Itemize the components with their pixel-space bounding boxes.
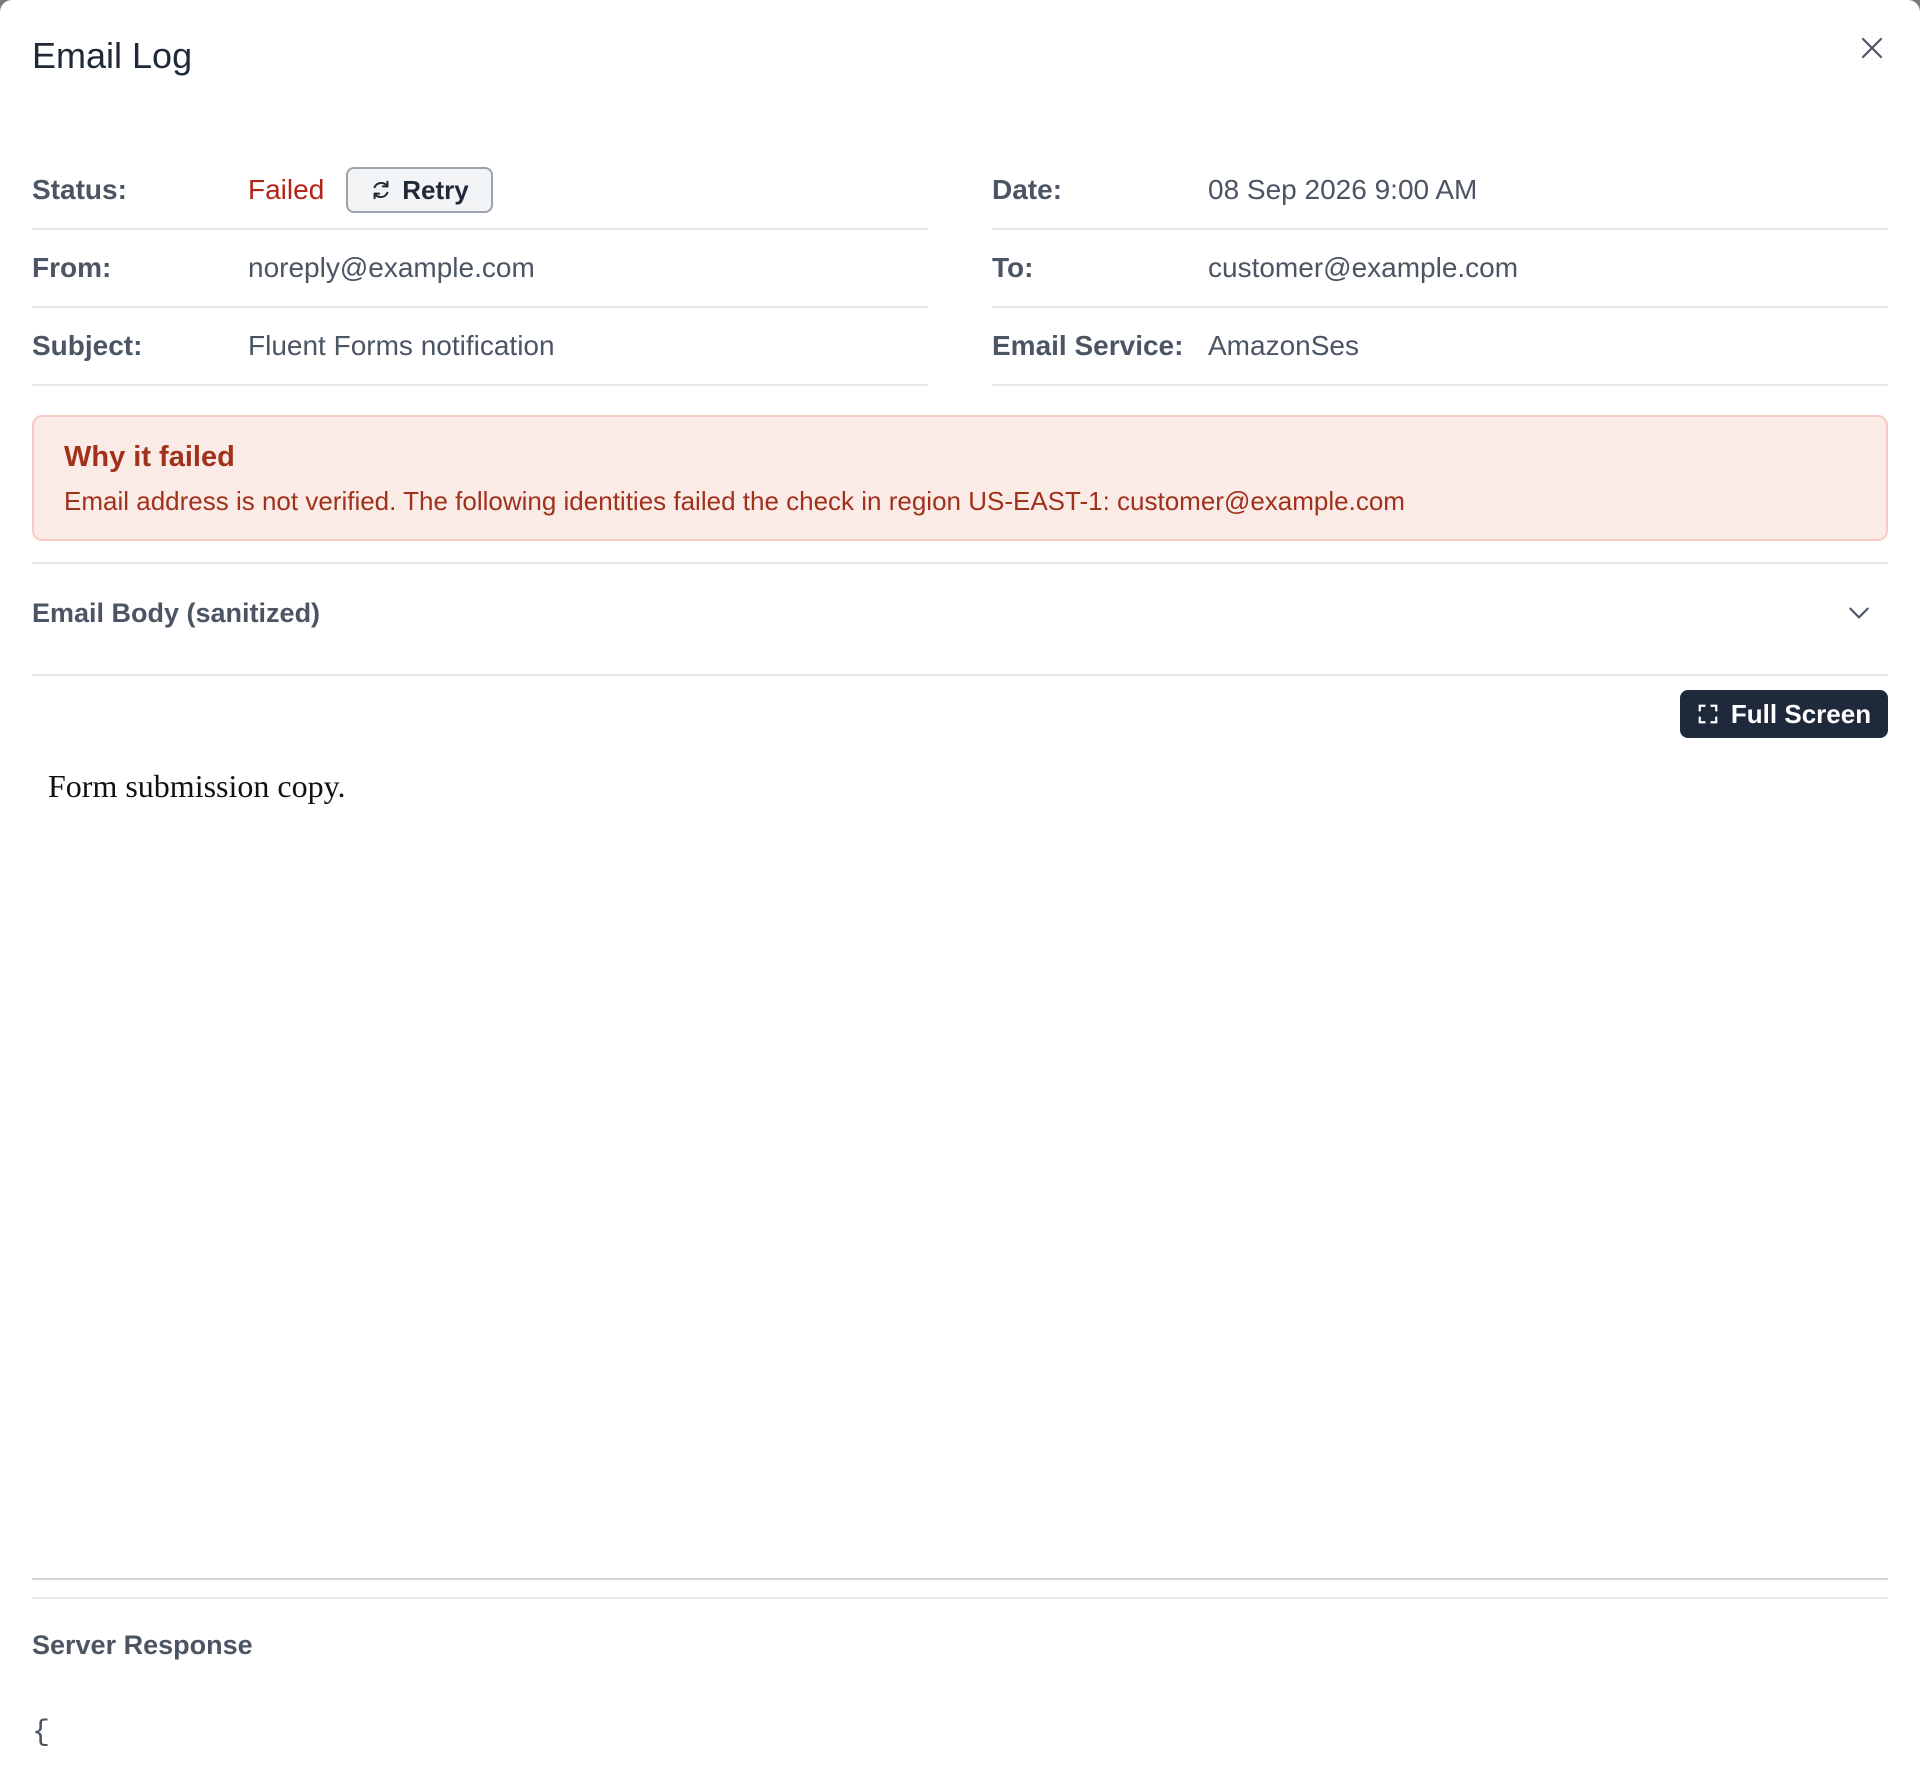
from-label: From:: [32, 252, 112, 283]
retry-button[interactable]: Retry: [346, 167, 493, 213]
chevron-down-icon: [1849, 607, 1869, 619]
retry-label: Retry: [402, 174, 469, 205]
to-value: customer@example.com: [1208, 252, 1519, 283]
email-body-toggle[interactable]: Email Body (sanitized): [32, 580, 1888, 646]
full-screen-button[interactable]: Full Screen: [1680, 690, 1888, 738]
to-label: To:: [992, 252, 1034, 283]
email-body-content: Form submission copy.: [48, 768, 346, 804]
subject-label: Subject:: [32, 330, 143, 361]
status-label: Status:: [32, 174, 127, 205]
failure-alert: Why it failed Email address is not verif…: [32, 415, 1888, 541]
status-value: Failed: [248, 174, 325, 205]
full-screen-label: Full Screen: [1730, 698, 1872, 729]
email-body-preview: Form submission copy.: [32, 750, 1888, 1580]
server-response-header: Server Response: [32, 1620, 1888, 1670]
email-body-title: Email Body (sanitized): [32, 597, 321, 628]
modal-title: Email Log: [32, 35, 193, 76]
section-divider: [32, 674, 1888, 676]
section-divider: [32, 562, 1888, 564]
fullscreen-icon: [1698, 704, 1718, 724]
close-icon: [1861, 37, 1883, 59]
server-response-content: {: [32, 1716, 51, 1750]
subject-row: Subject: Fluent Forms notification: [32, 308, 928, 386]
from-row: From: noreply@example.com: [32, 230, 928, 308]
service-row: Email Service: AmazonSes: [992, 308, 1888, 386]
date-value: 08 Sep 2026 9:00 AM: [1208, 174, 1478, 205]
status-row: Status: Failed Retry: [32, 152, 928, 230]
section-divider: [32, 1597, 1888, 1599]
failure-message: Email address is not verified. The follo…: [64, 486, 1405, 516]
subject-value: Fluent Forms notification: [248, 330, 555, 361]
refresh-icon: [373, 180, 389, 200]
date-label: Date:: [992, 174, 1063, 205]
email-log-modal: Email Log Status: Failed Retry Date: 08 …: [0, 0, 1920, 1788]
close-button[interactable]: [1852, 28, 1892, 68]
date-row: Date: 08 Sep 2026 9:00 AM: [992, 152, 1888, 230]
service-label: Email Service:: [992, 330, 1184, 361]
from-value: noreply@example.com: [248, 252, 535, 283]
server-response-title: Server Response: [32, 1629, 253, 1660]
to-row: To: customer@example.com: [992, 230, 1888, 308]
service-value: AmazonSes: [1208, 330, 1359, 361]
failure-title: Why it failed: [64, 441, 235, 473]
